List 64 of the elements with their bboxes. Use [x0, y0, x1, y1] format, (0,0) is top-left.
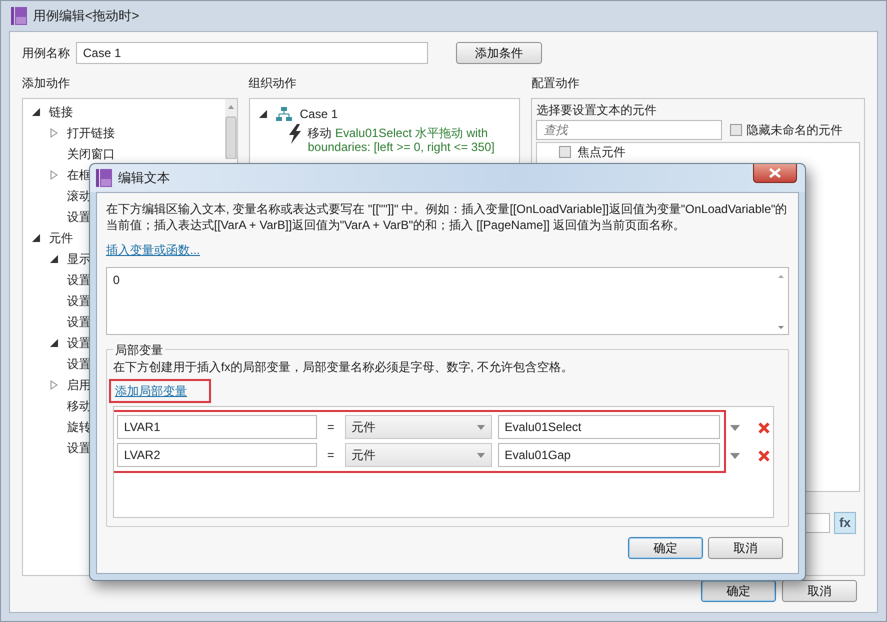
- tree-item[interactable]: 焦点元件: [577, 143, 626, 160]
- dropdown-value: 元件: [352, 419, 376, 436]
- case-label[interactable]: Case 1: [300, 104, 338, 122]
- equals-sign: =: [326, 447, 336, 464]
- expanded-triangle-icon[interactable]: [258, 108, 268, 118]
- checkbox[interactable]: [559, 146, 572, 158]
- collapsed-triangle-icon[interactable]: [49, 380, 59, 390]
- expanded-triangle-icon[interactable]: [49, 338, 59, 348]
- add-local-variable-link[interactable]: 添加局部变量: [115, 384, 187, 398]
- scrollbar: [224, 99, 237, 159]
- fx-button[interactable]: fx: [834, 512, 856, 534]
- variable-name-field[interactable]: LVAR1: [117, 415, 317, 439]
- app-logo-icon: [11, 7, 27, 25]
- insert-variable-link[interactable]: 插入变量或函数...: [106, 243, 200, 257]
- checkbox[interactable]: [730, 124, 742, 136]
- collapsed-triangle-icon[interactable]: [49, 128, 59, 138]
- app-logo-icon: [96, 169, 112, 187]
- caret-icon[interactable]: [730, 425, 740, 431]
- section-heading: 组织动作: [248, 75, 298, 92]
- type-dropdown[interactable]: 元件: [344, 415, 492, 439]
- button[interactable]: 确定: [701, 580, 776, 602]
- expanded-triangle-icon[interactable]: [31, 232, 41, 242]
- hint-text: 在下方创建用于插入fx的局部变量，局部变量名称必须是字母、数字, 不允许包含空格。: [113, 359, 574, 376]
- checkbox-label: 隐藏未命名的元件: [746, 122, 842, 139]
- delete-icon[interactable]: [758, 450, 770, 462]
- equals-sign: =: [326, 419, 336, 436]
- button[interactable]: 确定: [628, 537, 703, 559]
- section-heading: 配置动作: [531, 75, 580, 92]
- expanded-triangle-icon[interactable]: [49, 254, 59, 264]
- dropdown-value: 元件: [352, 447, 376, 464]
- target-field[interactable]: Evalu01Gap: [498, 443, 720, 467]
- field-label: 用例名称: [22, 45, 70, 62]
- type-dropdown[interactable]: 元件: [344, 443, 492, 467]
- case-tree-icon: [276, 106, 292, 120]
- scrollbar: [776, 272, 786, 332]
- dialog-title: 编辑文本: [118, 169, 170, 188]
- collapsed-triangle-icon[interactable]: [49, 170, 59, 180]
- case-name-field[interactable]: Case 1: [76, 42, 428, 64]
- action-text[interactable]: 移动 Evalu01Select 水平拖动 with boundaries: [left >= 0, right <= 350]: [308, 124, 520, 154]
- tree-item[interactable]: 元件: [49, 228, 73, 246]
- button[interactable]: 取消: [708, 537, 783, 559]
- lightning-icon: [288, 124, 302, 144]
- button[interactable]: 取消: [782, 580, 857, 602]
- tree-item[interactable]: 打开链接: [67, 124, 115, 142]
- instruction-text: 在下方编辑区输入文本, 变量名称或表达式要写在 "[[""]]" 中。例如：插入变量[[OnLoadVariable]]返回值为变量"OnLoadVariable"的当前值；插入表达式[[VarA + VarB]]返回值为"VarA + VarB"的和；插入 [[PageName]] 返回值为当前页面名称。: [106, 201, 788, 233]
- close-button[interactable]: [753, 164, 797, 183]
- variable-name-field[interactable]: LVAR2: [117, 443, 317, 467]
- target-field[interactable]: Evalu01Select: [498, 415, 720, 439]
- search-field[interactable]: 查找: [536, 120, 722, 140]
- tree-item[interactable]: 链接: [49, 102, 73, 120]
- prompt-text: 选择要设置文本的元件: [536, 102, 658, 119]
- caret-icon: [476, 452, 485, 458]
- caret-icon: [476, 424, 485, 430]
- add-condition-button[interactable]: 添加条件: [456, 42, 542, 64]
- expanded-triangle-icon[interactable]: [31, 106, 41, 116]
- window-title: 用例编辑<拖动时>: [33, 7, 140, 26]
- caret-icon[interactable]: [730, 453, 740, 459]
- delete-icon[interactable]: [758, 422, 770, 434]
- tree-item[interactable]: 旋转: [67, 418, 91, 436]
- text-editor[interactable]: 0: [106, 267, 789, 335]
- close-icon: [769, 168, 781, 178]
- tree-item[interactable]: 关闭窗口: [67, 144, 115, 162]
- group-heading: 局部变量: [113, 341, 165, 359]
- section-heading: 添加动作: [22, 75, 71, 92]
